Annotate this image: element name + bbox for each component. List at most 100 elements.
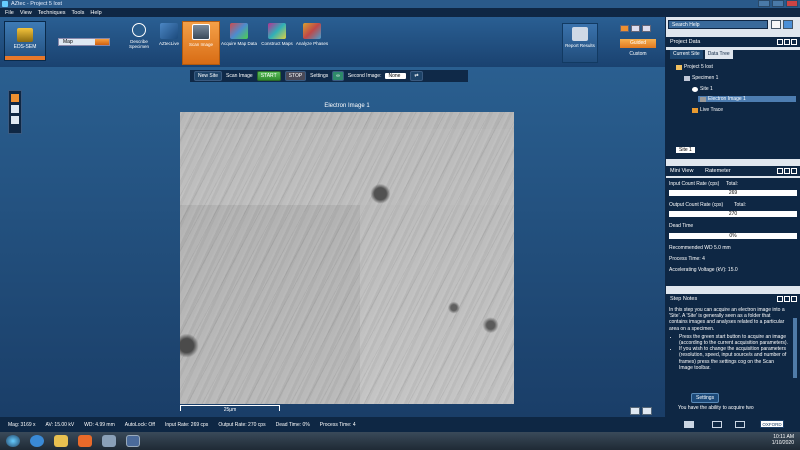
- close-button[interactable]: [786, 0, 798, 7]
- ratemeter-panel: Input Count Rate (cps) Total: 269 Output…: [666, 178, 800, 286]
- fit-view-icon[interactable]: [630, 407, 640, 415]
- scan-image-label: Scan Image: [226, 73, 253, 79]
- ribbon: EDS-SEM Map Describe Specimen AZtecLive …: [0, 17, 665, 67]
- layout-split-icon[interactable]: [631, 25, 640, 32]
- menu-view[interactable]: View: [20, 10, 32, 16]
- status-input-rate: Input Rate: 269 cps: [164, 421, 209, 428]
- settings-button[interactable]: Settings: [310, 73, 328, 79]
- tree-item-electron-image[interactable]: Electron Image 1: [698, 96, 796, 102]
- panel-close-icon[interactable]: [791, 39, 797, 45]
- explorer-icon[interactable]: [54, 435, 68, 447]
- electron-image[interactable]: [180, 112, 514, 404]
- tab-data-tree[interactable]: Data Tree: [704, 50, 733, 59]
- panel-minimize-icon[interactable]: [777, 39, 783, 45]
- tree-item-live-trace[interactable]: Live Trace: [692, 107, 723, 113]
- menu-file[interactable]: File: [5, 10, 14, 16]
- second-image-select[interactable]: None: [385, 73, 407, 79]
- mode-label: Map: [63, 39, 73, 45]
- menu-bar: File View Techniques Tools Help: [0, 8, 800, 17]
- notes-bullet: Press the green start button to acquire …: [679, 334, 789, 346]
- info-icon: [132, 23, 146, 37]
- start-button[interactable]: START: [256, 71, 281, 81]
- tree-item-project[interactable]: Project 5 lost: [676, 64, 713, 70]
- status-kv: AV: 15.00 kV: [45, 421, 75, 428]
- link-icon[interactable]: ∞: [332, 71, 344, 81]
- status-mag: Mag: 3169 x: [8, 421, 36, 428]
- tree-item-label: Specimen 1: [692, 75, 719, 81]
- app-icon: [2, 1, 8, 7]
- image-icon: [700, 96, 706, 102]
- system-clock: 10:11 AM 1/10/2020: [772, 434, 794, 446]
- pan-tool-icon[interactable]: [11, 94, 19, 102]
- phases-icon: [303, 23, 321, 39]
- status-wd: WD: 4.99 mm: [84, 421, 115, 428]
- step-construct-maps[interactable]: Construct Maps: [258, 21, 296, 65]
- image-title: Electron Image 1: [324, 103, 370, 109]
- tools-icon[interactable]: [102, 435, 116, 447]
- data-tree: Project 5 lost Specimen 1 Site 1 Electro…: [666, 59, 800, 143]
- notes-scrollbar[interactable]: [793, 318, 797, 378]
- ratemeter-select[interactable]: Ratemeter: [705, 168, 731, 174]
- tab-current-site[interactable]: Current Site: [670, 50, 703, 59]
- maximize-button[interactable]: [772, 0, 784, 7]
- scan-tile: [180, 129, 514, 205]
- step-scan-image[interactable]: Scan Image: [182, 21, 220, 65]
- panel-close-icon[interactable]: [791, 168, 797, 174]
- panel-controls: [777, 296, 797, 302]
- live-trace-icon: [692, 107, 698, 113]
- search-help-input[interactable]: Search Help: [668, 20, 768, 29]
- stop-button[interactable]: STOP: [284, 71, 307, 81]
- menu-techniques[interactable]: Techniques: [38, 10, 66, 16]
- zoom-view-icon[interactable]: [642, 407, 652, 415]
- play-icon[interactable]: [684, 421, 694, 428]
- site-select[interactable]: Site 1: [676, 147, 695, 153]
- view-layout-buttons: [620, 25, 651, 32]
- report-results-button[interactable]: Report Results: [562, 23, 598, 63]
- step-label: Scan Image: [188, 42, 213, 47]
- start-menu-icon[interactable]: [6, 435, 20, 447]
- panel-minimize-icon[interactable]: [777, 168, 783, 174]
- panel-popout-icon[interactable]: [784, 168, 790, 174]
- panel-controls: [777, 168, 797, 174]
- menu-help[interactable]: Help: [90, 10, 101, 16]
- select-tool-icon[interactable]: [11, 105, 19, 113]
- layout-quad-icon[interactable]: [642, 25, 651, 32]
- help-buttons: [771, 20, 793, 29]
- swap-icon[interactable]: ⇄: [410, 71, 423, 81]
- browser-icon[interactable]: [30, 435, 44, 447]
- step-acquire-map-data[interactable]: Acquire Map Data: [220, 21, 258, 65]
- taskbar: 10:11 AM 1/10/2020: [0, 432, 800, 450]
- tab-mini-view[interactable]: Mini View: [670, 168, 693, 174]
- new-site-button[interactable]: New Site: [194, 71, 223, 81]
- guided-button[interactable]: Guided: [620, 39, 656, 48]
- layout-single-icon[interactable]: [620, 25, 629, 32]
- panel-popout-icon[interactable]: [784, 39, 790, 45]
- step-label: Analyze Phases: [295, 41, 329, 46]
- aztec-taskbar-icon[interactable]: [126, 435, 140, 447]
- media-player-icon[interactable]: [78, 435, 92, 447]
- panel-close-icon[interactable]: [791, 296, 797, 302]
- pen-icon[interactable]: [735, 421, 745, 428]
- panel-popout-icon[interactable]: [784, 296, 790, 302]
- step-analyze-phases[interactable]: Analyze Phases: [293, 21, 331, 65]
- minimize-button[interactable]: [758, 0, 770, 7]
- scan-tile: [180, 205, 360, 404]
- menu-tools[interactable]: Tools: [72, 10, 85, 16]
- custom-button[interactable]: Custom: [620, 50, 656, 59]
- panel-minimize-icon[interactable]: [777, 296, 783, 302]
- info-tool-icon[interactable]: [11, 116, 19, 124]
- technique-button[interactable]: EDS-SEM: [4, 21, 46, 61]
- notes-settings-button[interactable]: Settings: [691, 393, 720, 403]
- tree-item-site[interactable]: Site 1: [692, 86, 713, 92]
- tree-item-specimen[interactable]: Specimen 1: [684, 75, 718, 81]
- microscope-icon[interactable]: [712, 421, 722, 428]
- mode-arrow-icon: [95, 39, 109, 45]
- search-icon[interactable]: [771, 20, 781, 29]
- technique-dropdown-bar[interactable]: [5, 56, 45, 60]
- tree-item-label: Project 5 lost: [684, 64, 713, 70]
- step-notes-text: In this step you can acquire an electron…: [669, 307, 789, 371]
- help-icon[interactable]: [783, 20, 793, 29]
- mode-select[interactable]: Map: [58, 38, 110, 46]
- report-icon: [572, 27, 588, 41]
- output-rate-label: Output Count Rate (cps): [669, 202, 724, 208]
